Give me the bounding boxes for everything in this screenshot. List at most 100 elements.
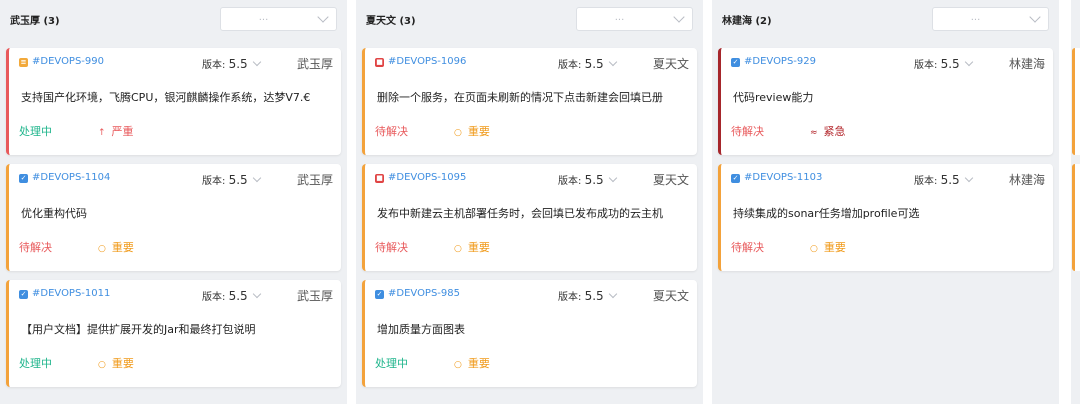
priority[interactable]: ○ 重要 <box>98 355 134 371</box>
select-placeholder: ... <box>970 12 981 23</box>
version-label: 版本: <box>914 60 941 71</box>
priority[interactable]: ↑ 严重 <box>98 123 134 139</box>
bug-type-icon: ■ <box>375 174 384 183</box>
circle-icon: ○ <box>454 128 462 138</box>
column-title: 夏天文 (3) <box>366 16 416 27</box>
priority[interactable]: ○ 重要 <box>810 239 846 255</box>
priority[interactable]: ○ 重要 <box>454 123 490 139</box>
status-badge[interactable]: 待解决 <box>731 123 764 139</box>
issue-key[interactable]: #DEVOPS-1104 <box>32 172 110 183</box>
issue-card-partial[interactable] <box>1072 48 1080 155</box>
issue-title[interactable]: 优化重构代码 <box>21 205 341 221</box>
priority[interactable]: ≈ 紧急 <box>810 123 846 139</box>
issue-key[interactable]: #DEVOPS-1011 <box>32 288 110 299</box>
version-value: 5.5 <box>584 173 604 187</box>
version-value: 5.5 <box>940 57 960 71</box>
priority-label: 重要 <box>111 357 134 370</box>
priority-label: 重要 <box>823 241 846 254</box>
task-type-icon: ✓ <box>19 174 28 183</box>
version-select[interactable]: 版本: 5.5 <box>202 288 261 303</box>
issue-card[interactable]: ■ #DEVOPS-1095 版本: 5.5 夏天文 发布中新建云主机部署任务时… <box>362 164 697 271</box>
bug-type-icon: ■ <box>375 58 384 67</box>
priority[interactable]: ○ 重要 <box>98 239 134 255</box>
select-placeholder: ... <box>614 12 625 23</box>
status-badge[interactable]: 待解决 <box>731 239 764 255</box>
version-select[interactable]: 版本: 5.5 <box>914 172 973 187</box>
priority[interactable]: ○ 重要 <box>454 239 490 255</box>
column-wuyuhou: 武玉厚 (3) ... ≡ #DEVOPS-990 版本: 5.5 武玉厚 支持… <box>0 0 347 404</box>
assignee: 夏天文 <box>652 173 689 187</box>
status-badge[interactable]: 待解决 <box>375 239 408 255</box>
chevron-down-icon <box>252 289 261 299</box>
issue-card[interactable]: ✓ #DEVOPS-1104 版本: 5.5 武玉厚 优化重构代码 待解决 ○ 重… <box>6 164 341 271</box>
issue-card[interactable]: ≡ #DEVOPS-990 版本: 5.5 武玉厚 支持国产化环境，飞腾CPU，… <box>6 48 341 155</box>
issue-title[interactable]: 支持国产化环境，飞腾CPU，银河麒麟操作系统，达梦V7.€ <box>21 89 341 105</box>
issue-card[interactable]: ✓ #DEVOPS-1011 版本: 5.5 武玉厚 【用户文档】提供扩展开发的… <box>6 280 341 387</box>
priority-label: 紧急 <box>823 125 846 138</box>
priority-label: 重要 <box>467 357 490 370</box>
priority-label: 重要 <box>111 241 134 254</box>
column-header: 林建海 (2) ... <box>712 0 1059 40</box>
circle-icon: ○ <box>810 244 818 254</box>
version-select[interactable]: 版本: 5.5 <box>558 288 617 303</box>
version-select[interactable]: 版本: 5.5 <box>914 56 973 71</box>
issue-card[interactable]: ■ #DEVOPS-1096 版本: 5.5 夏天文 删除一个服务，在页面未刷新… <box>362 48 697 155</box>
column-filter-select[interactable]: ... <box>220 7 337 31</box>
status-badge[interactable]: 处理中 <box>19 123 52 139</box>
issue-title[interactable]: 代码review能力 <box>733 89 1053 105</box>
version-label: 版本: <box>914 176 941 187</box>
chevron-down-icon <box>252 57 261 67</box>
issue-key[interactable]: #DEVOPS-1103 <box>744 172 822 183</box>
column-header: 夏天文 (3) ... <box>356 0 703 40</box>
status-badge[interactable]: 处理中 <box>19 355 52 371</box>
issue-key[interactable]: #DEVOPS-985 <box>388 288 460 299</box>
version-label: 版本: <box>202 292 229 303</box>
priority-label: 重要 <box>467 125 490 138</box>
status-badge[interactable]: 待解决 <box>375 123 408 139</box>
chevron-down-icon <box>317 11 329 23</box>
chevron-down-icon <box>964 57 973 67</box>
select-placeholder: ... <box>258 12 269 23</box>
column-linjianhai: 林建海 (2) ... ✓ #DEVOPS-929 版本: 5.5 林建海 代码… <box>712 0 1059 404</box>
version-label: 版本: <box>558 292 585 303</box>
issue-title[interactable]: 【用户文档】提供扩展开发的Jar和最终打包说明 <box>21 321 341 337</box>
version-label: 版本: <box>202 60 229 71</box>
issue-card[interactable]: ✓ #DEVOPS-1103 版本: 5.5 林建海 持续集成的sonar任务增… <box>718 164 1053 271</box>
column-filter-select[interactable]: ... <box>932 7 1049 31</box>
column-filter-select[interactable]: ... <box>576 7 693 31</box>
status-badge[interactable]: 处理中 <box>375 355 408 371</box>
issue-card[interactable]: ✓ #DEVOPS-985 版本: 5.5 夏天文 增加质量方面图表 处理中 ○… <box>362 280 697 387</box>
chevron-down-icon <box>608 289 617 299</box>
status-badge[interactable]: 待解决 <box>19 239 52 255</box>
chevron-down-icon <box>1029 11 1041 23</box>
issue-title[interactable]: 发布中新建云主机部署任务时，会回填已发布成功的云主机 <box>377 205 697 221</box>
story-type-icon: ≡ <box>19 58 28 67</box>
chevron-down-icon <box>608 173 617 183</box>
version-select[interactable]: 版本: 5.5 <box>558 172 617 187</box>
version-value: 5.5 <box>584 57 604 71</box>
chevron-down-icon <box>608 57 617 67</box>
version-select[interactable]: 版本: 5.5 <box>558 56 617 71</box>
issue-key[interactable]: #DEVOPS-929 <box>744 56 816 67</box>
version-value: 5.5 <box>228 173 248 187</box>
double-chevron-up-icon: ≈ <box>810 128 818 138</box>
priority[interactable]: ○ 重要 <box>454 355 490 371</box>
chevron-down-icon <box>252 173 261 183</box>
chevron-down-icon <box>964 173 973 183</box>
assignee: 夏天文 <box>652 57 689 71</box>
issue-title[interactable]: 删除一个服务，在页面未刷新的情况下点击新建会回填已册 <box>377 89 697 105</box>
issue-key[interactable]: #DEVOPS-1096 <box>388 56 466 67</box>
issue-card-partial[interactable] <box>1072 164 1080 271</box>
version-value: 5.5 <box>940 173 960 187</box>
issue-title[interactable]: 持续集成的sonar任务增加profile可选 <box>733 205 1053 221</box>
version-select[interactable]: 版本: 5.5 <box>202 172 261 187</box>
task-type-icon: ✓ <box>731 58 740 67</box>
issue-title[interactable]: 增加质量方面图表 <box>377 321 697 337</box>
issue-key[interactable]: #DEVOPS-1095 <box>388 172 466 183</box>
chevron-down-icon <box>673 11 685 23</box>
version-select[interactable]: 版本: 5.5 <box>202 56 261 71</box>
task-type-icon: ✓ <box>375 290 384 299</box>
issue-key[interactable]: #DEVOPS-990 <box>32 56 104 67</box>
issue-card[interactable]: ✓ #DEVOPS-929 版本: 5.5 林建海 代码review能力 待解决… <box>718 48 1053 155</box>
column-xiatianwen: 夏天文 (3) ... ■ #DEVOPS-1096 版本: 5.5 夏天文 删… <box>356 0 703 404</box>
